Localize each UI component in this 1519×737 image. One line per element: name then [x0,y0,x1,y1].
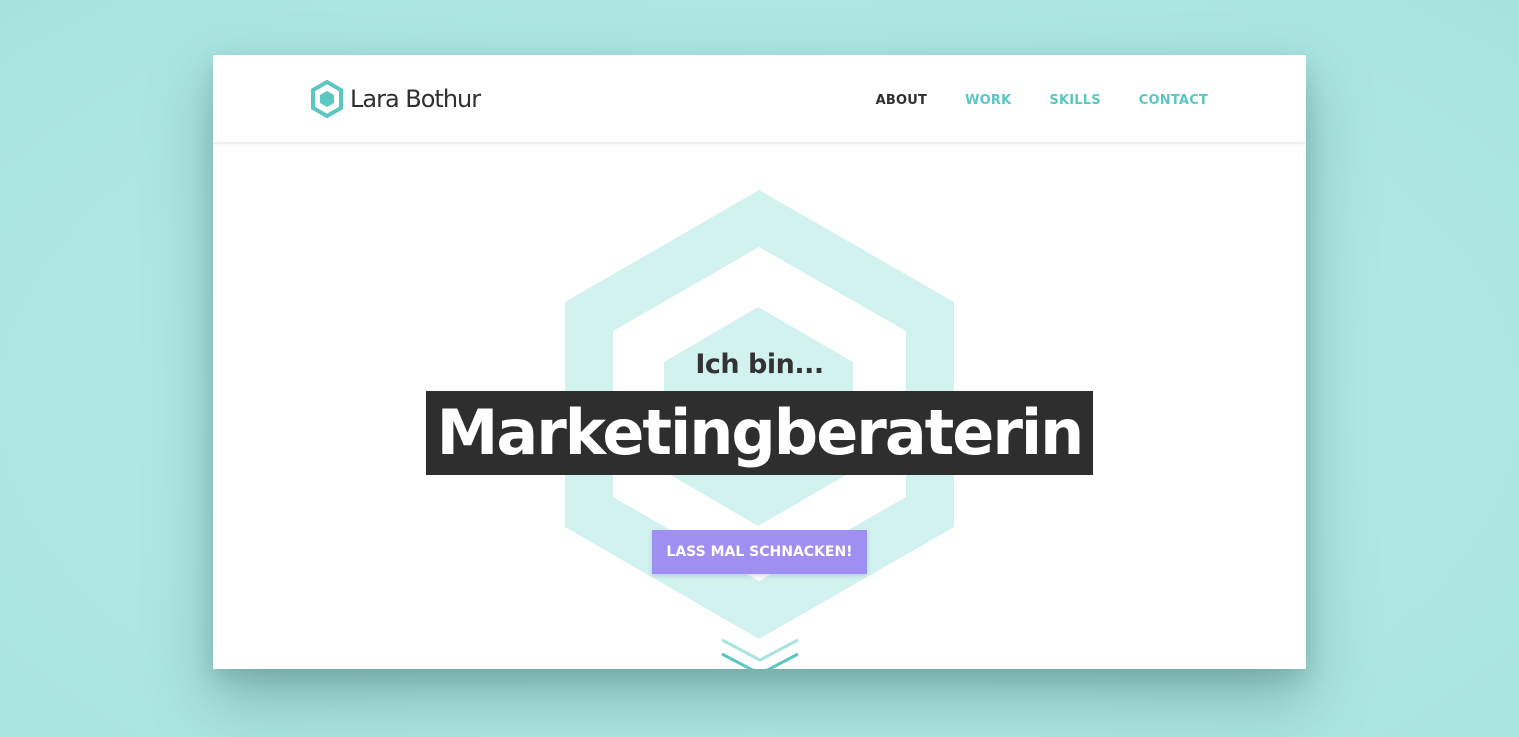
site-header: Lara Bothur ABOUT WORK SKILLS CONTACT [213,55,1306,144]
nav-item-work[interactable]: WORK [965,93,1011,108]
contact-cta-button[interactable]: LASS MAL SCHNACKEN! [652,530,867,574]
hero-headline: Marketingberaterin [425,391,1094,475]
backdrop: Lara Bothur ABOUT WORK SKILLS CONTACT Ic… [0,0,1519,737]
main-nav: ABOUT WORK SKILLS CONTACT [876,93,1208,108]
logo-link[interactable]: Lara Bothur [310,80,481,118]
headline-container: Marketingberaterin [213,391,1306,475]
chevron-down-icon[interactable] [720,636,800,669]
nav-item-skills[interactable]: SKILLS [1049,93,1100,108]
nav-item-about[interactable]: ABOUT [876,93,927,108]
hero-intro: Ich bin... [695,349,824,380]
browser-window: Lara Bothur ABOUT WORK SKILLS CONTACT Ic… [213,55,1306,669]
cta-container: LASS MAL SCHNACKEN! [213,530,1306,574]
nav-item-contact[interactable]: CONTACT [1139,93,1208,108]
hexagon-logo-icon [311,80,343,118]
hero-section: Ich bin... Marketingberaterin LASS MAL S… [213,144,1306,669]
site-name: Lara Bothur [350,85,481,113]
